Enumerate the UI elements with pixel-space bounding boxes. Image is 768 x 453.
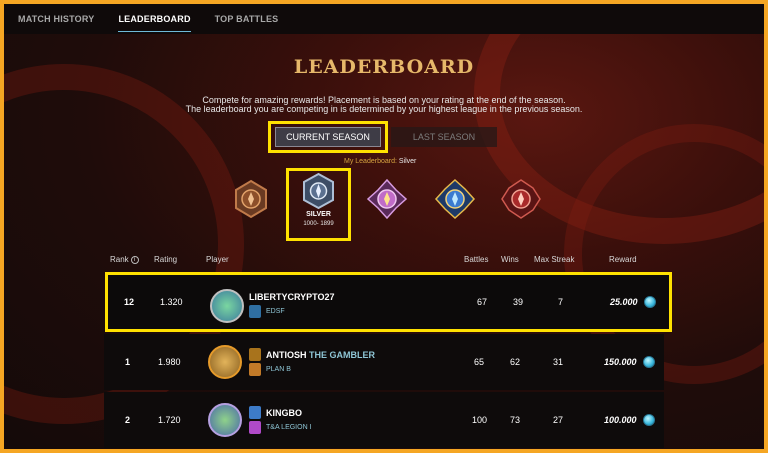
header-rating: Rating — [154, 255, 178, 264]
guild-name[interactable]: T&A LEGION I — [266, 424, 312, 431]
header-rank: Rank i — [110, 255, 139, 264]
header-battles: Battles — [464, 255, 489, 264]
reward-value: 25.000 — [610, 297, 638, 307]
title-icon — [249, 406, 261, 419]
my-leaderboard: My Leaderboard: Silver — [344, 158, 416, 165]
guild-name[interactable]: PLAN B — [266, 366, 291, 373]
rating-cell: 1.320 — [160, 297, 183, 307]
tab-top-battles[interactable]: TOP BATTLES — [203, 4, 291, 34]
battles-cell: 100 — [472, 415, 488, 425]
wins-cell: 62 — [510, 357, 521, 367]
avatar — [208, 345, 242, 379]
avatar — [210, 289, 244, 323]
header-max-streak: Max Streak — [534, 255, 575, 264]
wins-cell: 73 — [510, 415, 521, 425]
info-icon[interactable]: i — [130, 255, 139, 264]
page-title: LEADERBOARD — [293, 56, 475, 78]
header-wins: Wins — [501, 255, 519, 264]
app-frame: MATCH HISTORY LEADERBOARD TOP BATTLES LE… — [4, 4, 764, 449]
reward-cell: 25.000 — [610, 275, 656, 329]
reward-coin-icon — [642, 414, 655, 426]
reward-value: 100.000 — [604, 415, 637, 425]
battles-cell: 65 — [474, 357, 485, 367]
rank-cell: 12 — [124, 297, 135, 307]
tab-match-history[interactable]: MATCH HISTORY — [6, 4, 106, 34]
header-rank-label: Rank — [110, 255, 129, 264]
player-name[interactable]: LIBERTYCRYPTO27 — [249, 292, 335, 302]
avatar — [208, 403, 242, 437]
gold-league-icon[interactable] — [366, 178, 408, 220]
table-row[interactable]: 1 1.980 ANTIOSH THE GAMBLER PLAN B 65 62… — [104, 334, 664, 390]
streak-cell: 27 — [553, 415, 564, 425]
player-name[interactable]: ANTIOSH THE GAMBLER — [266, 350, 375, 360]
battles-cell: 67 — [477, 297, 488, 307]
top-nav: MATCH HISTORY LEADERBOARD TOP BATTLES — [4, 4, 764, 34]
reward-coin-icon — [643, 296, 656, 308]
table-row-my-rank[interactable]: 12 1.320 LIBERTYCRYPTO27 EDSF 67 39 7 25… — [105, 272, 672, 332]
player-name[interactable]: KINGBO — [266, 408, 302, 418]
league-name: SILVER — [306, 211, 331, 218]
player-title: THE GAMBLER — [309, 350, 376, 360]
wins-cell: 39 — [513, 297, 524, 307]
rating-cell: 1.980 — [158, 357, 181, 367]
reward-cell: 150.000 — [604, 334, 655, 390]
description-line-2: The leaderboard you are competing in is … — [185, 104, 583, 114]
rank-cell: 2 — [125, 415, 131, 425]
bronze-league-icon[interactable] — [230, 178, 272, 220]
reward-coin-icon — [642, 356, 655, 368]
rank-cell: 1 — [125, 357, 131, 367]
table-row[interactable]: 2 1.720 KINGBO T&A LEGION I 100 73 27 10… — [104, 392, 664, 448]
table-header: Rank i Rating Player Battles Wins Max Str… — [4, 255, 764, 269]
streak-cell: 31 — [553, 357, 564, 367]
league-range: 1000- 1899 — [303, 221, 334, 227]
guild-icon — [249, 305, 261, 318]
tab-leaderboard[interactable]: LEADERBOARD — [106, 4, 202, 34]
guild-name[interactable]: EDSF — [266, 308, 285, 315]
reward-cell: 100.000 — [604, 392, 655, 448]
season-toggle: CURRENT SEASON LAST SEASON — [268, 121, 497, 153]
rating-cell: 1.720 — [158, 415, 181, 425]
champion-league-icon[interactable] — [500, 178, 542, 220]
reward-value: 150.000 — [604, 357, 637, 367]
diamond-league-icon[interactable] — [434, 178, 476, 220]
header-reward: Reward — [609, 255, 637, 264]
streak-cell: 7 — [558, 297, 564, 307]
title-icon — [249, 348, 261, 361]
guild-icon — [249, 421, 261, 434]
current-season-highlight: CURRENT SEASON — [268, 121, 388, 153]
my-leaderboard-label: My Leaderboard: — [344, 158, 397, 165]
silver-league-selected[interactable]: SILVER 1000- 1899 — [286, 168, 351, 241]
player-name-text: ANTIOSH — [266, 350, 307, 360]
silver-league-icon — [303, 172, 334, 210]
guild-icon — [249, 363, 261, 376]
current-season-button[interactable]: CURRENT SEASON — [275, 127, 381, 147]
my-leaderboard-value: Silver — [398, 158, 417, 165]
last-season-button[interactable]: LAST SEASON — [391, 127, 497, 147]
header-player: Player — [206, 255, 229, 264]
